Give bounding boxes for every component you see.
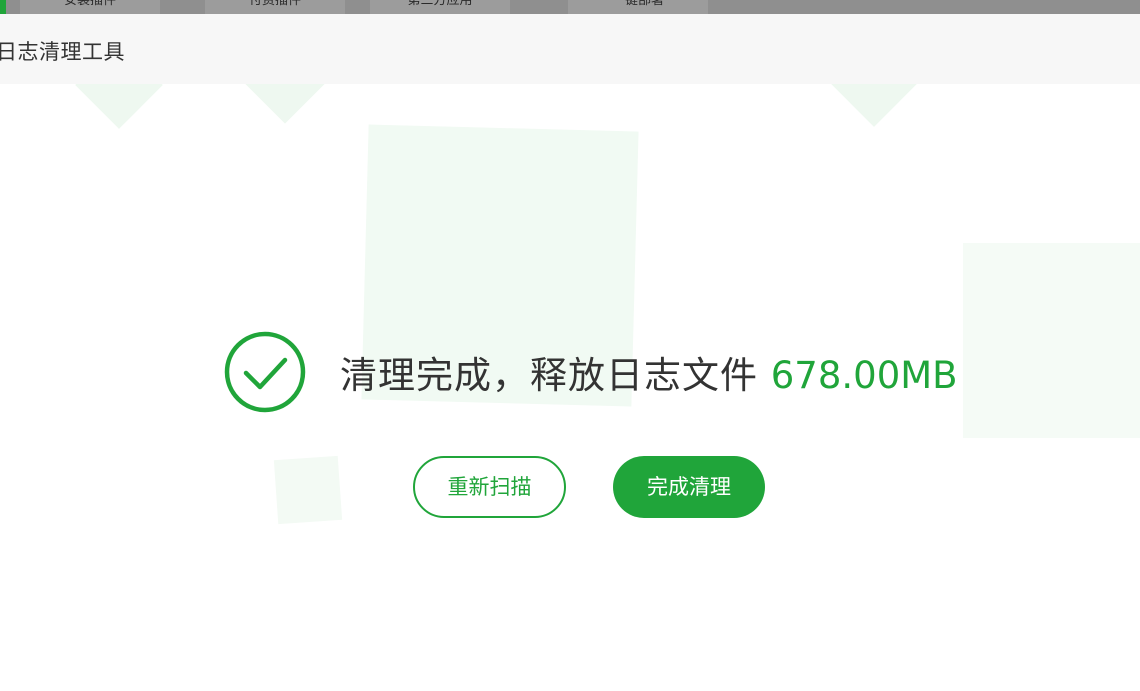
top-tab-one-click-deploy[interactable]: 一键部署	[568, 0, 708, 14]
window-title-text: 日志清理工具	[0, 40, 125, 64]
top-tab-label: 第三方应用	[407, 0, 473, 8]
top-tab-label: 安装插件	[63, 0, 116, 8]
cleanup-result: 清理完成，释放日志文件 678.00MB	[224, 330, 958, 414]
top-tab-label: 付费插件	[248, 0, 301, 8]
top-tab-strip: 安装插件 付费插件 第三方应用 一键部署	[0, 0, 1140, 14]
decorative-square-small	[273, 455, 343, 525]
check-circle-icon	[224, 331, 306, 413]
finish-cleanup-button[interactable]: 完成清理	[613, 456, 765, 518]
top-tab-install-plugins[interactable]: 安装插件	[20, 0, 160, 14]
top-tab-third-party-apps[interactable]: 第三方应用	[370, 0, 510, 14]
rescan-button[interactable]: 重新扫描	[413, 456, 566, 518]
result-message: 清理完成，释放日志文件 678.00MB	[340, 345, 958, 399]
freed-size-value: 678.00MB	[770, 354, 958, 397]
result-message-text: 清理完成，释放日志文件	[340, 354, 758, 397]
top-tab-paid-plugins[interactable]: 付费插件	[205, 0, 345, 14]
top-tab-label: 一键部署	[611, 0, 664, 8]
active-tab-accent	[0, 0, 6, 14]
decorative-square-right	[963, 243, 1140, 438]
log-cleaner-window: 安装插件 付费插件 第三方应用 一键部署 日志清理工具 日志清理工具 清理完成，…	[0, 0, 1140, 691]
header-backdrop	[0, 14, 1140, 84]
